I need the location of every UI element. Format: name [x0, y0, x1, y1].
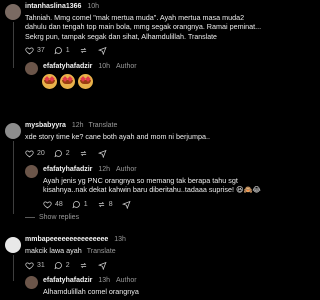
translate-link[interactable]: Translate [88, 122, 117, 129]
reply-icon[interactable] [54, 149, 63, 158]
comment-header: intanhaslina1366 10h [25, 3, 99, 10]
timestamp: 13h [98, 277, 111, 284]
comment-text: Alhamdulillah comel orangnya [43, 287, 139, 296]
heart-icon[interactable] [25, 261, 34, 270]
comment-2: mysbabyyra 12h Translate xde story time … [0, 122, 270, 162]
timestamp: 10h [98, 63, 111, 70]
comment-actions: 37 1 [25, 45, 107, 55]
heart-eyes-emoji [42, 74, 57, 89]
divider [25, 217, 35, 218]
share-icon[interactable] [97, 261, 107, 270]
username[interactable]: efafatyhafadzir [43, 166, 92, 173]
reply-icon[interactable] [54, 261, 63, 270]
avatar[interactable] [25, 165, 38, 178]
avatar[interactable] [25, 276, 38, 289]
comment-text: Ayah jenis yg PNC orangnya so memang tak… [43, 176, 261, 195]
heart-eyes-emoji [78, 74, 93, 89]
reply-count: 1 [83, 200, 88, 208]
reply-count: 2 [65, 261, 70, 269]
comment-header: mysbabyyra 12h Translate [25, 122, 117, 129]
repost-icon[interactable] [79, 46, 88, 55]
heart-icon[interactable] [25, 46, 34, 55]
emoji-row [42, 74, 93, 89]
timestamp: 10h [87, 3, 100, 10]
show-replies-label: Show replies [39, 214, 80, 221]
avatar[interactable] [5, 237, 21, 253]
timestamp: 12h [98, 166, 111, 173]
show-replies-button[interactable]: Show replies [25, 214, 79, 221]
like-count: 31 [37, 261, 45, 269]
username[interactable]: mysbabyyra [25, 122, 66, 129]
like-count: 20 [37, 149, 45, 157]
timestamp: 13h [114, 236, 126, 243]
comment-3: mmbapeeeeeeeeeeeeeee 13h makcik lawa aya… [0, 236, 270, 276]
share-icon[interactable] [97, 46, 107, 55]
username[interactable]: intanhaslina1366 [25, 3, 81, 10]
comment-header: efafatyhafadzir 12h Author [43, 166, 137, 173]
repost-icon[interactable] [79, 149, 88, 158]
repost-icon[interactable] [97, 200, 106, 209]
comment-text: xde story time ke? cane both ayah and mo… [25, 132, 210, 141]
author-badge: Author [116, 277, 137, 284]
username[interactable]: efafatyhafadzir [43, 277, 92, 284]
reply-count: 1 [65, 46, 70, 54]
reply-icon[interactable] [54, 46, 63, 55]
reply-icon[interactable] [72, 200, 81, 209]
reply-count: 2 [65, 149, 70, 157]
comment-1: intanhaslina1366 10h Tahniah. Mmg comel … [0, 0, 270, 60]
comment-header: mmbapeeeeeeeeeeeeeee 13h [25, 236, 126, 243]
reply-1: efafatyhafadzir 10h Author [0, 62, 270, 96]
comment-actions: 48 1 8 [43, 199, 131, 209]
comment-header: efafatyhafadzir 10h Author [43, 63, 137, 70]
comment-text: makcik lawa ayah Translate [25, 246, 116, 255]
like-count: 48 [55, 200, 63, 208]
timestamp: 12h [71, 122, 84, 129]
author-badge: Author [116, 166, 137, 173]
reply-3: efafatyhafadzir 13h Author Alhamdulillah… [0, 276, 270, 300]
share-icon[interactable] [97, 149, 107, 158]
avatar[interactable] [25, 62, 38, 75]
repost-count: 8 [108, 200, 113, 208]
comment-actions: 20 2 [25, 148, 107, 158]
username[interactable]: efafatyhafadzir [43, 63, 92, 70]
share-icon[interactable] [121, 200, 131, 209]
like-count: 37 [37, 46, 45, 54]
comment-header: efafatyhafadzir 13h Author [43, 277, 137, 284]
translate-link[interactable]: Translate [188, 34, 217, 41]
repost-icon[interactable] [79, 261, 88, 270]
heart-icon[interactable] [43, 200, 52, 209]
comment-text: Tahniah. Mmg comel "mak mertua muda". Ay… [25, 13, 262, 41]
author-badge: Author [116, 63, 137, 70]
heart-icon[interactable] [25, 149, 34, 158]
avatar[interactable] [5, 4, 21, 20]
avatar[interactable] [5, 123, 21, 139]
comment-actions: 31 2 [25, 260, 107, 270]
username[interactable]: mmbapeeeeeeeeeeeeeee [25, 236, 108, 243]
heart-eyes-emoji [60, 74, 75, 89]
translate-link[interactable]: Translate [87, 248, 116, 255]
